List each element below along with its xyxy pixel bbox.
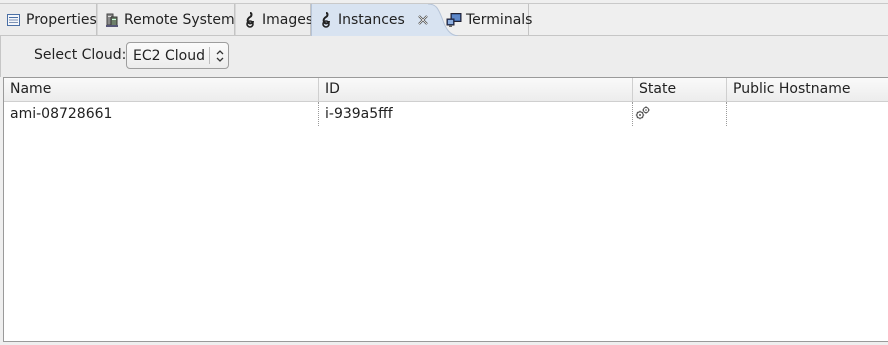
cloud-select[interactable]: EC2 Cloud xyxy=(126,42,229,69)
properties-icon xyxy=(6,12,22,28)
tab-remote-systems[interactable]: Remote Systems xyxy=(97,4,242,35)
cloud-images-icon xyxy=(242,11,258,28)
column-header-id[interactable]: ID xyxy=(319,78,633,101)
column-header-state[interactable]: State xyxy=(633,78,727,101)
terminals-icon xyxy=(446,12,462,28)
tab-instances[interactable]: Instances xyxy=(311,4,429,36)
instances-table[interactable]: Name ID State Public Hostname ami-087286… xyxy=(3,77,888,342)
tab-label: Images xyxy=(262,11,314,28)
select-divider xyxy=(209,47,210,64)
cloud-select-value: EC2 Cloud xyxy=(133,47,205,64)
tab-label: Instances xyxy=(338,12,405,28)
tab-label: Remote Systems xyxy=(124,11,242,28)
cell-state xyxy=(633,102,727,126)
column-header-name[interactable]: Name xyxy=(4,78,319,101)
remote-systems-icon xyxy=(104,12,120,28)
up-down-arrows-icon xyxy=(215,47,225,65)
instances-view: Properties Remote Systems Images Instanc… xyxy=(0,0,888,345)
view-tab-bar: Properties Remote Systems Images Instanc… xyxy=(0,0,888,36)
table-row[interactable]: ami-08728661 i-939a5fff xyxy=(4,102,888,126)
tab-images[interactable]: Images xyxy=(235,4,314,35)
tab-properties[interactable]: Properties xyxy=(0,4,97,35)
cloud-toolbar: Select Cloud: EC2 Cloud xyxy=(0,36,888,77)
cloud-instances-icon xyxy=(318,12,334,28)
column-header-public-hostname[interactable]: Public Hostname xyxy=(727,78,888,101)
running-gears-icon xyxy=(635,105,651,129)
cell-id: i-939a5fff xyxy=(319,102,633,126)
cell-name: ami-08728661 xyxy=(4,102,319,126)
select-cloud-label: Select Cloud: xyxy=(34,47,127,63)
tab-terminals[interactable]: Terminals xyxy=(440,4,533,35)
table-header: Name ID State Public Hostname xyxy=(4,78,888,102)
cell-public-hostname xyxy=(727,102,888,126)
tab-label: Properties xyxy=(26,11,97,28)
tab-label: Terminals xyxy=(466,11,533,28)
